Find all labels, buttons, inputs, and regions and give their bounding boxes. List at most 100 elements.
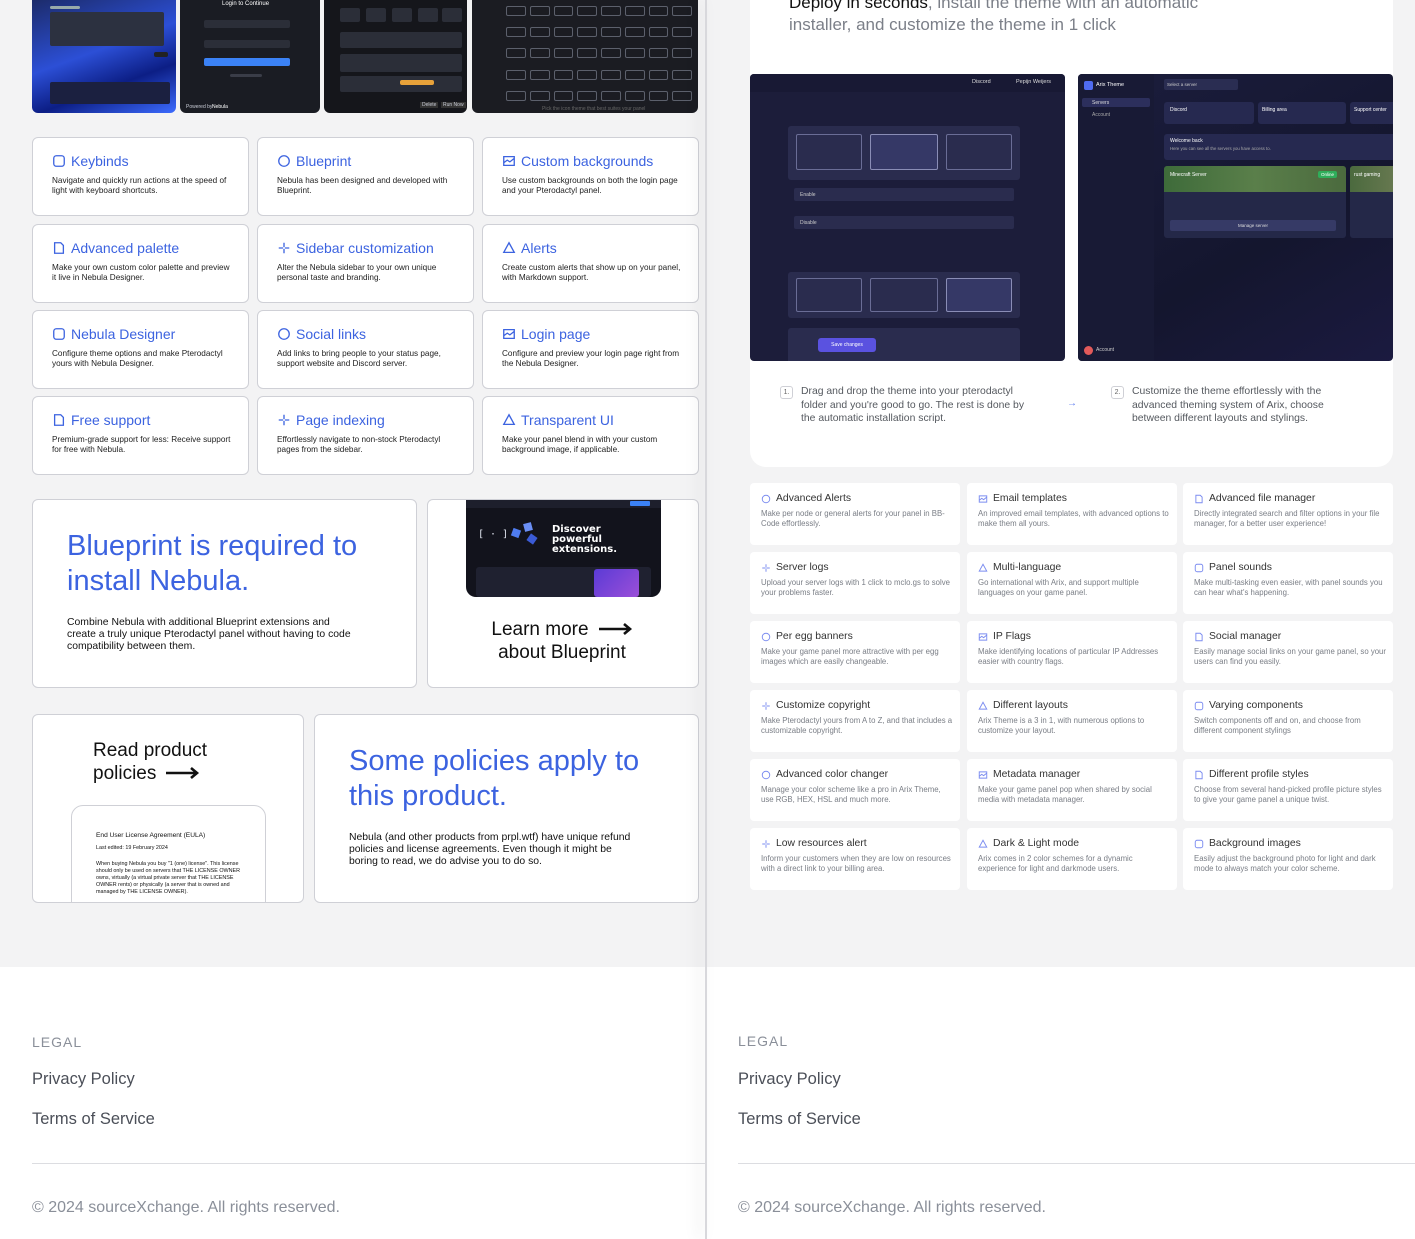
arix-logo-icon — [1084, 81, 1093, 90]
sparkle-icon — [761, 632, 771, 642]
command-icon — [52, 154, 66, 168]
arix-feature-card: Background images Easily adjust the backg… — [1183, 828, 1393, 890]
footer: LEGAL Privacy Policy Terms of Service © … — [706, 967, 1415, 1239]
account-avatar[interactable] — [1084, 346, 1093, 355]
arix-feature-description: Arix Theme is a 3 in 1, with numerous op… — [978, 716, 1145, 736]
translate-icon — [978, 562, 988, 573]
feature-title: Blueprint — [296, 153, 352, 169]
arix-feature-description: Inform your customers when they are low … — [761, 854, 951, 874]
policies-title: Some policies apply to this product. — [349, 745, 640, 812]
arrow-right-icon — [598, 618, 633, 641]
mail-icon — [978, 494, 988, 504]
flag-icon — [978, 632, 988, 642]
feature-card: Alerts Create custom alerts that show up … — [482, 224, 699, 303]
copyright-text: © 2024 sourceXchange. All rights reserve… — [738, 1199, 1046, 1216]
arix-feature-description: Make multi-tasking even easier, with pan… — [1194, 578, 1383, 598]
terms-of-service-link[interactable]: Terms of Service — [738, 1110, 861, 1129]
arix-feature-card: Server logs Upload your server logs with … — [750, 552, 960, 614]
gauge-icon — [761, 839, 771, 849]
alert-flag-icon — [502, 241, 516, 255]
image-icon — [502, 154, 516, 168]
nebula-product-page: Login to Continue Powered by Nebula Dele… — [0, 0, 706, 1239]
screenshot-arix-settings[interactable]: Discord Pepijn Weijers Enable Disable Sa… — [750, 74, 1065, 361]
arix-feature-card: Per egg banners Make your game panel more… — [750, 621, 960, 683]
learn-more-link[interactable]: Learn more about Blueprint — [482, 618, 642, 664]
screenshot-login[interactable]: Login to Continue Powered by Nebula — [180, 0, 320, 113]
blueprint-required-text: Combine Nebula with additional Blueprint… — [67, 617, 351, 652]
arix-feature-description: Easily adjust the background photo for l… — [1194, 854, 1376, 874]
screenshot-schedules[interactable]: Delete Run Now — [324, 0, 467, 113]
hero-text: Deploy in seconds, install the theme wit… — [789, 0, 1199, 34]
screenshot-arix-servers[interactable]: Arix Theme Servers Account Select a serv… — [1078, 74, 1393, 361]
arix-feature-card: Different profile styles Choose from seve… — [1183, 759, 1393, 821]
copyright-icon — [761, 701, 771, 711]
copyright-text: © 2024 sourceXchange. All rights reserve… — [32, 1199, 340, 1216]
footer-divider — [32, 1163, 706, 1164]
icon-grid — [506, 6, 692, 108]
step-1-badge: 1. — [780, 386, 793, 399]
read-policies-link[interactable]: Read product policies — [93, 739, 243, 785]
pane-divider — [705, 0, 707, 1239]
arix-feature-card: Dark & Light mode Arix comes in 2 color s… — [967, 828, 1177, 890]
feature-title: Login page — [521, 326, 591, 342]
save-changes-button[interactable]: Save changes — [818, 338, 876, 352]
arix-feature-card: Metadata manager Make your game panel pop… — [967, 759, 1177, 821]
learn-blueprint-card[interactable]: [ · ] Discover powerful extensions. Lear… — [427, 499, 699, 688]
feature-description: Effortlessly navigate to non-stock Ptero… — [277, 435, 441, 454]
arix-feature-description: Directly integrated search and filter op… — [1194, 509, 1380, 529]
arix-feature-title: Multi-language — [993, 562, 1062, 573]
arix-feature-card: Advanced file manager Directly integrated… — [1183, 483, 1393, 545]
arix-feature-title: Panel sounds — [1209, 562, 1272, 573]
feature-description: Configure and preview your login page ri… — [502, 349, 680, 368]
arix-feature-card: Customize copyright Make Pterodactyl your… — [750, 690, 960, 752]
folder-icon — [1194, 494, 1204, 504]
megaphone-icon — [761, 494, 771, 504]
arix-feature-description: Make per node or general alerts for your… — [761, 509, 945, 529]
blueprint-logo-icon: [ · ] — [478, 529, 509, 540]
screenshot-icon-themes[interactable]: Pick the icon theme that best suites you… — [472, 0, 698, 113]
feature-description: Use custom backgrounds on both the login… — [502, 176, 678, 195]
blueprint-required-title: Blueprint is required to install Nebula. — [67, 530, 358, 597]
policies-text: Nebula (and other products from prpl.wtf… — [349, 832, 631, 867]
arix-feature-card: Email templates An improved email templat… — [967, 483, 1177, 545]
feature-card: Page indexing Effortlessly navigate to no… — [257, 396, 474, 475]
feature-card: Social links Add links to bring people to… — [257, 310, 474, 389]
layout-icon — [978, 700, 988, 711]
legal-heading: LEGAL — [32, 1034, 83, 1050]
feature-title: Social links — [296, 326, 367, 342]
feature-title: Advanced palette — [71, 240, 180, 256]
footer: LEGAL Privacy Policy Terms of Service © … — [0, 967, 706, 1239]
feature-title: Keybinds — [71, 153, 129, 169]
arix-feature-description: Make your game panel pop when shared by … — [978, 785, 1152, 805]
chat-help-icon — [52, 413, 66, 427]
contrast-icon — [978, 838, 988, 849]
read-policies-card[interactable]: Read product policies End User License A… — [32, 714, 304, 903]
screenshot-dashboard[interactable] — [32, 0, 176, 113]
step-2-text: Customize the theme effortlessly with th… — [1132, 386, 1324, 424]
privacy-policy-link[interactable]: Privacy Policy — [32, 1070, 135, 1089]
feature-card: Transparent UI Make your panel blend in w… — [482, 396, 699, 475]
puzzle-icon — [277, 154, 291, 168]
arix-feature-card: IP Flags Make identifying locations of pa… — [967, 621, 1177, 683]
arix-feature-card: Social manager Easily manage social links… — [1183, 621, 1393, 683]
arix-feature-description: Manage your color scheme like a pro in A… — [761, 785, 941, 805]
step-arrow-icon: → — [1067, 398, 1077, 409]
arix-feature-title: Email templates — [993, 493, 1067, 504]
arix-feature-title: Background images — [1209, 838, 1301, 849]
arix-feature-description: Upload your server logs with 1 click to … — [761, 578, 950, 598]
arix-feature-card: Multi-language Go international with Arix… — [967, 552, 1177, 614]
arix-feature-description: Arix comes in 2 color schemes for a dyna… — [978, 854, 1133, 874]
feature-description: Create custom alerts that show up on you… — [502, 263, 681, 282]
install-hero: Deploy in seconds, install the theme wit… — [750, 0, 1393, 467]
share-icon — [1194, 632, 1204, 642]
arix-feature-title: Varying components — [1209, 700, 1303, 711]
palette-icon — [52, 241, 66, 255]
terms-of-service-link[interactable]: Terms of Service — [32, 1110, 155, 1129]
picture-icon — [1194, 839, 1204, 849]
arix-feature-card: Varying components Switch components off … — [1183, 690, 1393, 752]
arix-product-page: Deploy in seconds, install the theme wit… — [706, 0, 1415, 1239]
step-1-text: Drag and drop the theme into your pterod… — [801, 386, 1025, 424]
privacy-policy-link[interactable]: Privacy Policy — [738, 1070, 841, 1089]
arix-feature-title: Dark & Light mode — [993, 838, 1080, 849]
arix-feature-card: Low resources alert Inform your customers… — [750, 828, 960, 890]
